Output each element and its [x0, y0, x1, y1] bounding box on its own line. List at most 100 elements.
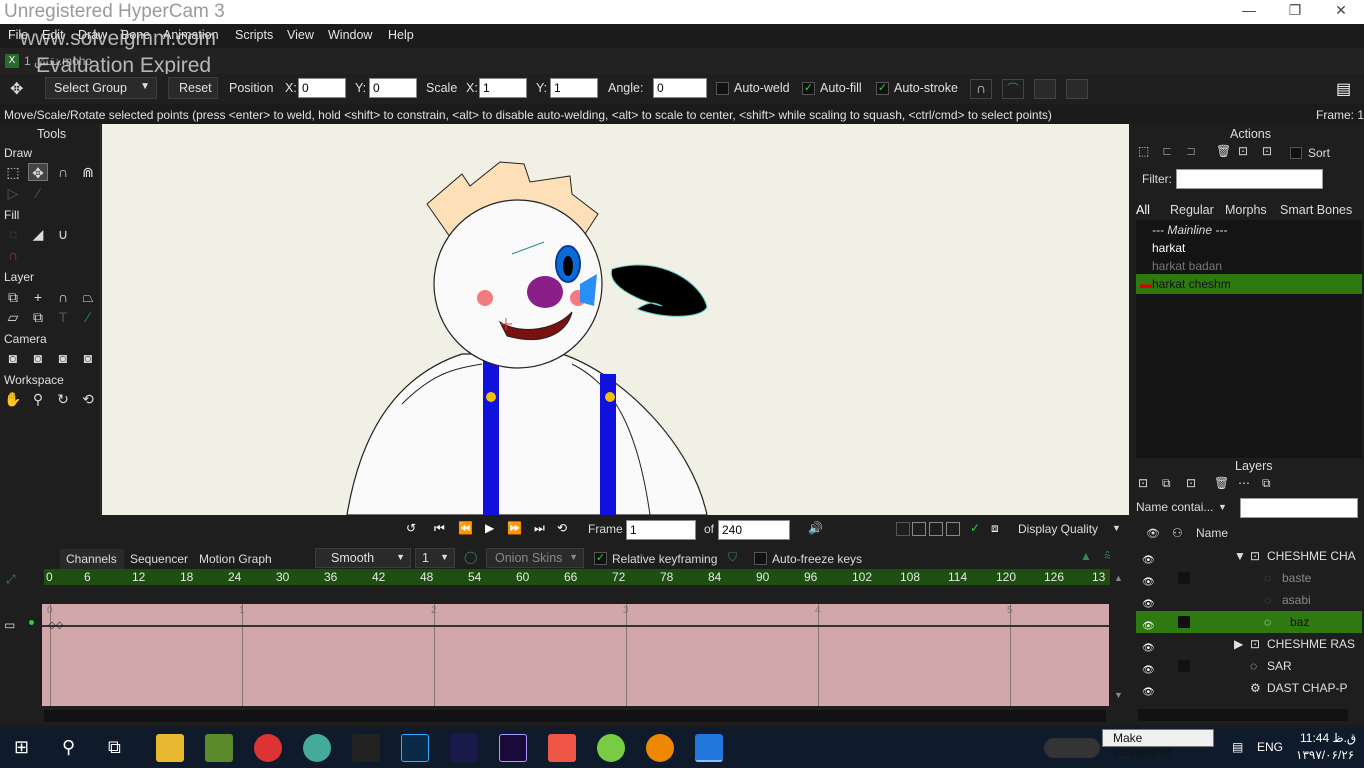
curve-icon[interactable]: ∩ [970, 79, 992, 99]
view-single-icon[interactable] [896, 522, 910, 536]
autofill-checkbox[interactable]: ✓ [802, 82, 815, 95]
angle-input[interactable]: 0 [653, 78, 707, 98]
view-grid-icon[interactable] [946, 522, 960, 536]
edit-action-icon[interactable]: ⊡ [1262, 144, 1282, 158]
relative-keyframing-checkbox[interactable]: ✓ [594, 552, 607, 565]
tab-regular[interactable]: Regular [1170, 203, 1214, 217]
shear-layer-icon[interactable]: ⏢ [78, 288, 98, 306]
paste-action-icon[interactable]: ⊐ [1186, 144, 1206, 158]
tab-all[interactable]: All [1136, 203, 1150, 217]
drawing-canvas[interactable] [102, 124, 1129, 515]
eye-icon[interactable]: 👁 [1142, 572, 1158, 588]
tab-morphs[interactable]: Morphs [1225, 203, 1267, 217]
app-icon[interactable] [597, 734, 625, 762]
total-frames-input[interactable]: 240 [718, 520, 790, 540]
eye-icon[interactable]: 👁 [1142, 660, 1158, 676]
action-item-selected[interactable]: ▬ harkat cheshm [1136, 274, 1362, 294]
layer-name-input[interactable] [1240, 498, 1358, 518]
autoweld-checkbox[interactable] [716, 82, 729, 95]
hand-icon[interactable]: ✋ [3, 390, 23, 408]
clock-date[interactable]: ۱۳۹۷/۰۶/۲۶ [1296, 748, 1354, 762]
onion-skins-dropdown[interactable]: Onion Skins ▼ [486, 548, 584, 568]
select-points-icon[interactable]: ⬚ [3, 163, 23, 181]
mainline-item[interactable]: --- Mainline --- [1152, 220, 1364, 240]
flip-layer-icon[interactable]: ▱ [3, 308, 23, 326]
pos-x-input[interactable]: 0 [298, 78, 346, 98]
sound-icon[interactable]: 🔊 [808, 521, 823, 535]
step-back-icon[interactable]: ⏪ [458, 521, 473, 535]
rewind-start-icon[interactable]: ⏮ [434, 521, 445, 536]
lock-box[interactable] [1178, 660, 1190, 672]
blender-icon[interactable] [646, 734, 674, 762]
eye-icon[interactable]: 👁 [1142, 682, 1158, 698]
minecraft-icon[interactable] [205, 734, 233, 762]
scale-x-input[interactable]: 1 [479, 78, 527, 98]
scroll-down-icon[interactable]: ▼ [1114, 690, 1123, 700]
collapse-icon[interactable]: ▼ [1234, 545, 1246, 567]
restore-button[interactable]: ❐ [1272, 2, 1318, 22]
display-quality-dropdown[interactable]: Display Quality [1018, 522, 1098, 536]
tab-channels[interactable]: Channels [60, 549, 124, 569]
menu-window[interactable]: Window [328, 28, 372, 42]
close-tab-icon[interactable]: X [5, 54, 19, 68]
expand-timeline-icon[interactable]: ⤢ [6, 572, 16, 587]
tab-smart-bones[interactable]: Smart Bones [1280, 203, 1352, 217]
paint-icon[interactable] [303, 734, 331, 762]
new-layer-icon[interactable]: ⊡ [1138, 476, 1148, 490]
eye-icon[interactable]: 👁 [1142, 594, 1158, 610]
insert-action-icon[interactable]: ⊡ [1238, 144, 1258, 158]
add-point-icon[interactable]: ∩ [53, 163, 73, 181]
layer-row[interactable]: 👁 ◌ SAR [1136, 655, 1362, 677]
office-icon[interactable] [548, 734, 576, 762]
book-icon[interactable]: ▤ [1336, 79, 1356, 98]
frame-input[interactable]: 1 [626, 520, 696, 540]
layers-hscrollbar[interactable] [1138, 709, 1348, 721]
chrome-icon[interactable] [254, 734, 282, 762]
track-camera-icon[interactable]: ◙ [3, 349, 23, 367]
freehand-icon[interactable]: ⁄ [28, 184, 48, 202]
more-options-icon[interactable]: ⋯ [1238, 476, 1250, 490]
interp-number-dropdown[interactable]: 1 ▼ [415, 548, 455, 568]
duplicate-layer-icon[interactable]: ⧉ [28, 308, 48, 326]
lock-box[interactable] [1178, 616, 1190, 628]
delete-action-icon[interactable]: 🗑 [1216, 144, 1231, 158]
onion-icon[interactable]: ◯ [464, 550, 477, 564]
close-button[interactable]: ✕ [1318, 2, 1364, 22]
step-forward-icon[interactable]: ⏩ [507, 521, 522, 535]
loop-icon[interactable]: ↺ [406, 521, 416, 535]
layer-row[interactable]: 👁 ⚙ DAST CHAP-P [1136, 677, 1362, 699]
shield-icon[interactable]: ⛉ [728, 550, 737, 565]
filter-input[interactable] [1176, 169, 1323, 189]
rotate-layer-icon[interactable]: ∩ [53, 288, 73, 306]
frame-crop-icon[interactable]: ⧈ [991, 521, 999, 536]
paint-bucket-icon[interactable]: ∪ [53, 225, 73, 243]
check-icon[interactable]: ✓ [970, 521, 980, 535]
zbrush-icon[interactable] [352, 734, 380, 762]
lock-box[interactable] [1178, 572, 1190, 584]
after-effects-icon[interactable] [499, 734, 527, 762]
translate-layer-icon[interactable]: ⧉ [3, 288, 23, 306]
pan-camera-icon[interactable]: ◙ [78, 349, 98, 367]
duplicate-layer-btn-icon[interactable]: ⧉ [1162, 476, 1171, 491]
sort-checkbox[interactable] [1290, 147, 1302, 159]
text-icon[interactable]: T [53, 308, 73, 326]
record-control[interactable] [1044, 738, 1100, 758]
select-shape-icon[interactable]: ◌ [3, 225, 23, 243]
menu-view[interactable]: View [287, 28, 314, 42]
set-origin-icon[interactable]: + [28, 288, 48, 306]
action-item[interactable]: harkat badan [1152, 256, 1364, 276]
create-shape-icon[interactable]: ◢ [28, 225, 48, 243]
curvature-icon[interactable]: ⋒ [78, 163, 98, 181]
hypercam-icon[interactable] [695, 734, 723, 762]
view-split-icon[interactable] [912, 522, 926, 536]
peak-icon[interactable] [1034, 79, 1056, 99]
layer-row[interactable]: 👁 ◌ asabi [1136, 589, 1362, 611]
scale-y-input[interactable]: 1 [550, 78, 598, 98]
tab-motion-graph[interactable]: Motion Graph [199, 552, 272, 566]
eyedropper-icon[interactable]: ⁄ [78, 308, 98, 326]
interpolation-dropdown[interactable]: Smooth ▼ [315, 548, 411, 568]
layer-row[interactable]: 👁 ▶ ⊡ CHESHME RAS [1136, 633, 1362, 655]
new-action-icon[interactable]: ⬚ [1138, 144, 1152, 158]
transform-points-icon[interactable]: ✥ [28, 163, 48, 181]
eye-icon[interactable]: 👁 [1142, 638, 1158, 654]
